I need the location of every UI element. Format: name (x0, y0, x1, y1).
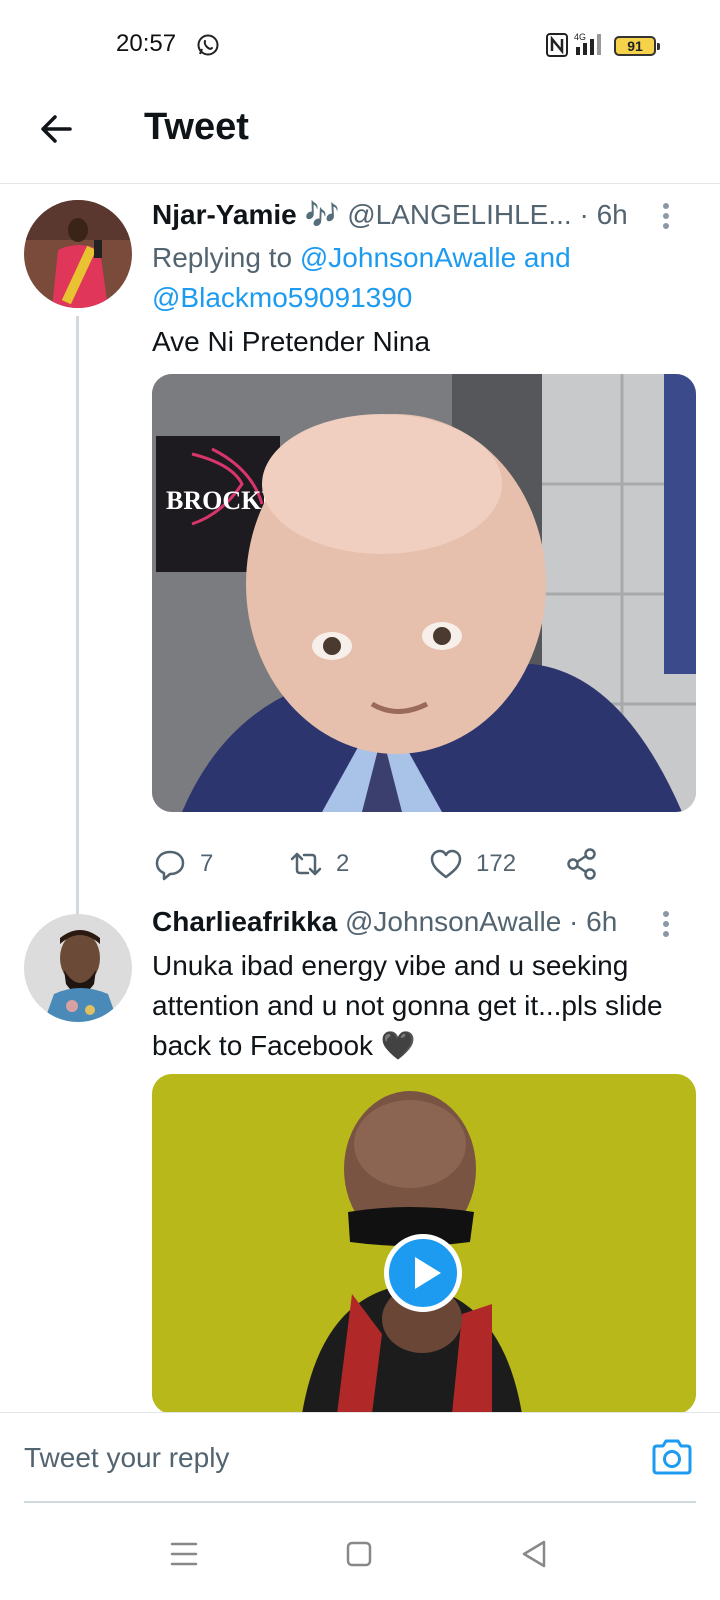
avatar[interactable] (24, 914, 132, 1022)
display-name[interactable]: Charlieafrikka (152, 906, 337, 937)
play-icon[interactable] (384, 1234, 462, 1312)
retweet-button[interactable]: 2 (288, 846, 349, 882)
avatar[interactable] (24, 200, 132, 308)
replying-prefix: Replying to (152, 242, 293, 273)
page-title: Tweet (144, 106, 249, 148)
share-button[interactable] (564, 846, 600, 882)
reply-input[interactable] (24, 1433, 624, 1483)
user-handle[interactable]: @JohnsonAwalle (345, 906, 561, 937)
menu-icon[interactable] (164, 1534, 204, 1574)
replying-to: Replying to @JohnsonAwalle and @Blackmo5… (152, 238, 692, 318)
tweet-time: · 6h (579, 199, 628, 230)
thread-connector (76, 316, 79, 928)
display-name[interactable]: Njar-Yamie (152, 199, 297, 230)
signal-icon: 4G (574, 32, 601, 55)
nfc-icon (546, 33, 568, 57)
like-button[interactable]: 172 (428, 846, 516, 882)
network-label: 4G (574, 32, 586, 42)
back-triangle-icon[interactable] (514, 1534, 554, 1574)
retweet-count: 2 (336, 850, 350, 877)
avatar-image (24, 914, 132, 1022)
tweet-header: Charlieafrikka @JohnsonAwalle · 6h (152, 906, 617, 938)
home-icon[interactable] (340, 1534, 380, 1574)
black-heart-emoji: 🖤 (380, 1030, 416, 1061)
share-icon (567, 848, 596, 880)
tweet-text: Ave Ni Pretender Nina (152, 326, 431, 357)
top-app-bar: Tweet (0, 92, 720, 184)
avatar-image (24, 200, 132, 308)
mention-and: and (523, 242, 571, 273)
more-icon[interactable] (660, 908, 672, 948)
media-photo: BROCKL (152, 374, 696, 812)
reply-button[interactable]: 7 (152, 846, 213, 882)
battery-indicator: 91 (614, 36, 660, 56)
music-emoji: 🎶 (304, 199, 340, 230)
system-nav-bar (0, 1512, 720, 1600)
tweet-text: Unuka ibad energy vibe and u seeking att… (152, 946, 682, 1066)
tweet-time: · 6h (569, 906, 618, 937)
camera-icon[interactable] (650, 1437, 694, 1477)
whatsapp-icon (197, 34, 219, 56)
user-handle[interactable]: @LANGELIHLE... (347, 199, 572, 230)
tweet-header: Njar-Yamie 🎶 @LANGELIHLE... · 6h (152, 198, 628, 231)
tweet-video[interactable] (152, 1074, 696, 1414)
like-icon (430, 849, 462, 879)
reply-underline (24, 1501, 696, 1503)
more-icon[interactable] (660, 200, 672, 240)
reply-count: 7 (200, 850, 214, 877)
reply-icon (155, 850, 185, 881)
mention-link[interactable]: @JohnsonAwalle (300, 242, 516, 273)
tweet-image[interactable]: BROCKL (152, 374, 696, 812)
status-bar: 20:57 4G 91 (0, 0, 720, 92)
status-time: 20:57 (116, 30, 177, 57)
tweet-actions: 7 2 172 (152, 846, 692, 896)
mention-link[interactable]: @Blackmo59091390 (152, 282, 412, 313)
retweet-icon (290, 852, 322, 876)
reply-composer (0, 1412, 720, 1512)
like-count: 172 (476, 850, 517, 877)
back-arrow-icon[interactable] (36, 108, 78, 150)
